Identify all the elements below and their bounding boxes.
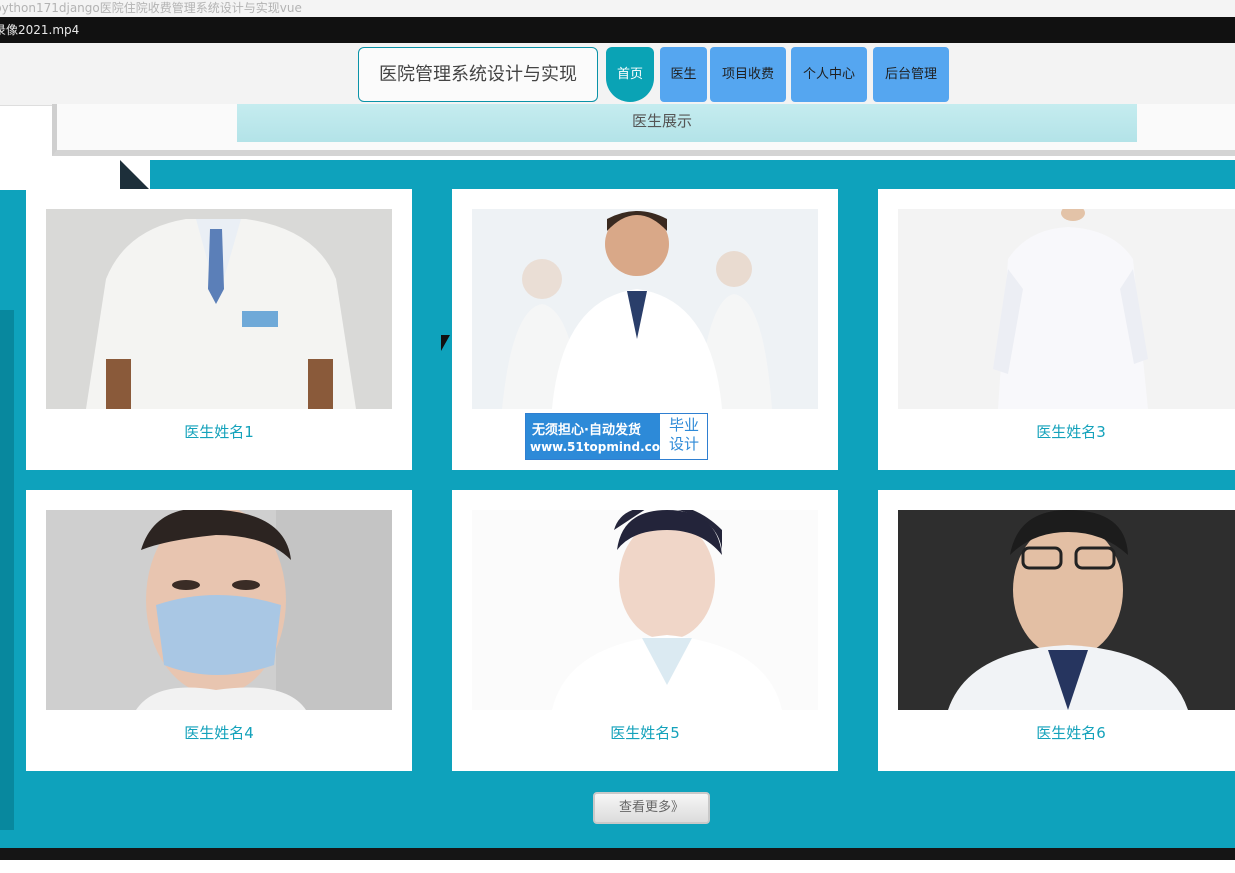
doctor-name[interactable]: 医生姓名1 <box>26 421 412 442</box>
doctor-card[interactable]: 医生姓名3 <box>878 189 1235 470</box>
watermark-line2: www.51topmind.com <box>530 440 673 454</box>
doctor-photo[interactable] <box>472 209 818 409</box>
window-title: python171django医院住院收费管理系统设计与实现vue <box>0 0 1235 17</box>
doctor-card[interactable]: 医生姓名5 <box>452 490 838 771</box>
doctor-name[interactable]: 医生姓名4 <box>26 722 412 743</box>
bottom-white-strip <box>0 860 1235 873</box>
doctor-photo-image <box>898 209 1235 409</box>
doctor-photo[interactable] <box>472 510 818 710</box>
doctor-photo-image <box>46 510 392 710</box>
doctor-card[interactable]: 医生姓名6 <box>878 490 1235 771</box>
watermark-line1: 无须担心·自动发货 <box>532 423 641 438</box>
nav-home[interactable]: 首页 <box>606 47 654 102</box>
doctor-photo[interactable] <box>898 510 1235 710</box>
doctor-name[interactable]: 医生姓名3 <box>878 421 1235 442</box>
section-title: 医生展示 <box>631 112 692 130</box>
site-title: 医院管理系统设计与实现 <box>358 47 598 102</box>
view-more-button[interactable]: 查看更多》 <box>593 792 710 824</box>
doctor-card[interactable]: 医生姓名4 <box>26 490 412 771</box>
doctor-photo-image <box>472 510 818 710</box>
watermark-left: 无须担心·自动发货 www.51topmind.com <box>526 414 673 459</box>
mouse-cursor-icon <box>441 335 450 351</box>
bottom-dark-bar <box>0 848 1235 860</box>
doctor-photo[interactable] <box>46 209 392 409</box>
doctor-photo-image <box>472 209 818 409</box>
doctor-photo[interactable] <box>46 510 392 710</box>
nav-admin[interactable]: 后台管理 <box>873 47 949 102</box>
nav-doctors[interactable]: 医生 <box>660 47 707 102</box>
nav-fee-items[interactable]: 项目收费 <box>710 47 786 102</box>
doctor-photo[interactable] <box>898 209 1235 409</box>
doctor-photo-image <box>46 209 392 409</box>
doctor-photo-image <box>898 510 1235 710</box>
watermark-side: 毕业设计 <box>668 416 699 453</box>
nav-personal-center[interactable]: 个人中心 <box>791 47 867 102</box>
doctor-name[interactable]: 医生姓名5 <box>452 722 838 743</box>
panel-left-edge <box>0 310 14 830</box>
section-banner: 医生展示 <box>52 104 1235 156</box>
doctor-card[interactable]: 医生姓名1 <box>26 189 412 470</box>
doctor-name[interactable]: 医生姓名6 <box>878 722 1235 743</box>
video-filename: 录像2021.mp4 <box>0 17 1235 43</box>
watermark-badge: 无须担心·自动发货 www.51topmind.com 毕业设计 <box>525 413 708 460</box>
panel-corner <box>0 160 150 190</box>
